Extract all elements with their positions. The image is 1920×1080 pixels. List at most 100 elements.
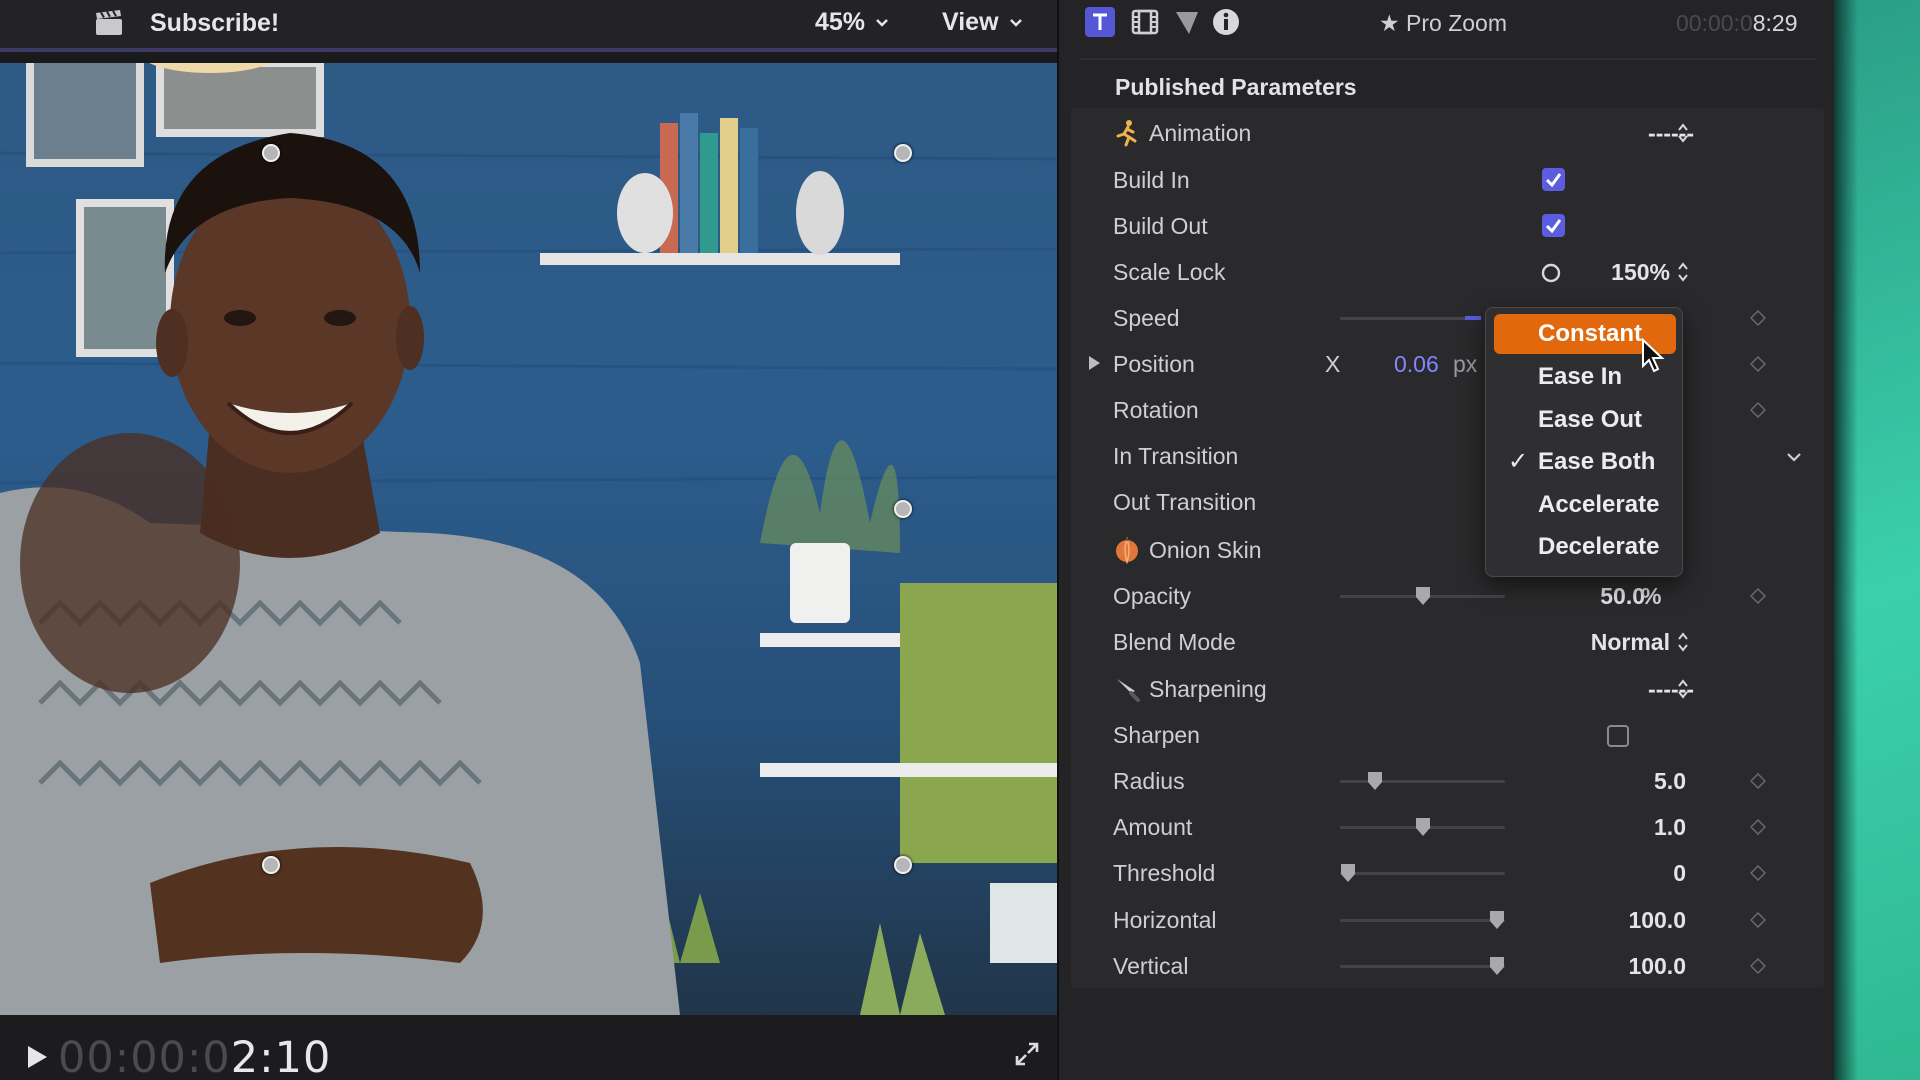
horizontal-slider-thumb[interactable] [1489,910,1505,930]
param-label: Onion Skin [1149,537,1262,563]
amount-slider-thumb[interactable] [1415,817,1431,837]
keyframe-diamond-icon[interactable] [1750,356,1766,372]
param-row-sharpen: Sharpen [1057,712,1834,758]
param-label: Amount [1113,814,1193,840]
param-label: Horizontal [1113,907,1217,933]
horizontal-value[interactable]: 100.0 [1628,907,1686,934]
stepper-arrows-icon[interactable] [1677,261,1689,283]
position-unit: px [1453,351,1478,377]
keyframe-diamond-icon[interactable] [1750,958,1766,974]
radius-slider-thumb[interactable] [1367,771,1383,791]
clapperboard-icon [96,10,122,35]
keyframe-diamond-icon[interactable] [1750,912,1766,928]
stepper-arrows-icon[interactable] [1677,122,1689,144]
param-row-build-out: Build Out [1057,203,1834,249]
param-row-vertical: Vertical 100.0 [1057,943,1834,989]
param-row-build-in: Build In [1057,157,1834,203]
param-label: Out Transition [1113,489,1257,515]
stepper-arrows-icon[interactable] [1677,631,1689,653]
blend-mode-value[interactable]: Normal [1591,629,1670,656]
transform-handle-top-right[interactable] [894,144,912,162]
zoom-popup[interactable]: 45% [815,8,889,37]
play-icon[interactable] [25,1044,49,1070]
vertical-slider-track[interactable] [1340,965,1505,968]
window-shadow [1834,0,1858,1080]
fullscreen-icon[interactable] [1013,1040,1041,1068]
param-row-speed: Speed [1057,295,1834,341]
menu-item-label: Decelerate [1538,533,1660,560]
param-label: Build Out [1113,213,1208,239]
speed-slider-track[interactable] [1340,317,1480,320]
position-axis-label: X [1325,351,1341,377]
running-figure-icon [1116,120,1137,147]
scale-lock-value[interactable]: 150% [1611,259,1670,286]
param-row-horizontal: Horizontal 100.0 [1057,897,1834,943]
build-in-checkbox[interactable] [1542,168,1565,191]
threshold-slider-track[interactable] [1340,872,1505,875]
param-row-scale-lock: Scale Lock 150% [1057,249,1834,295]
amount-value[interactable]: 1.0 [1654,814,1686,841]
param-row-sharpening: Sharpening ------ [1057,666,1834,712]
horizontal-slider-track[interactable] [1340,919,1505,922]
chevron-down-icon[interactable] [1786,451,1802,463]
knife-icon [1117,679,1140,702]
keyframe-diamond-icon[interactable] [1750,402,1766,418]
build-out-checkbox[interactable] [1542,214,1565,237]
param-label: Position [1113,351,1195,377]
menu-item-accelerate[interactable]: Accelerate [1494,485,1676,525]
threshold-value[interactable]: 0 [1673,860,1686,887]
opacity-slider-thumb[interactable] [1415,586,1431,606]
param-label: Scale Lock [1113,259,1226,285]
transform-handle-right[interactable] [894,500,912,518]
radius-value[interactable]: 5.0 [1654,768,1686,795]
clip-title: Subscribe! [150,9,280,37]
view-menu-button[interactable]: View [942,8,1023,37]
mouse-pointer-icon [1642,338,1665,373]
view-menu-label: View [942,8,999,36]
checkmark-icon: ✓ [1508,448,1529,475]
keyframe-diamond-icon[interactable] [1750,865,1766,881]
transform-handle-bottom-left[interactable] [262,856,280,874]
video-frame[interactable] [0,63,1057,1015]
param-label: Rotation [1113,397,1199,423]
keyframe-diamond-icon[interactable] [1750,588,1766,604]
param-label: Threshold [1113,860,1216,886]
menu-item-decelerate[interactable]: Decelerate [1494,527,1676,567]
param-row-threshold: Threshold 0 [1057,850,1834,896]
keyframe-diamond-icon[interactable] [1750,773,1766,789]
speed-slider-fill [1465,316,1481,320]
stepper-arrows-icon[interactable] [1677,678,1689,700]
sharpen-checkbox[interactable] [1607,725,1629,747]
dial-icon[interactable] [1541,263,1561,283]
menu-item-ease-both[interactable]: ✓ Ease Both [1494,442,1676,482]
keyframe-diamond-icon[interactable] [1750,819,1766,835]
param-row-in-transition: In Transition [1057,433,1834,479]
onion-icon [1116,537,1138,564]
position-x-value[interactable]: 0.06 [1394,351,1439,378]
vertical-value[interactable]: 100.0 [1628,953,1686,980]
keyframe-diamond-icon[interactable] [1750,310,1766,326]
param-label: Speed [1113,305,1180,331]
vertical-slider-thumb[interactable] [1489,956,1505,976]
threshold-slider-thumb[interactable] [1340,863,1356,883]
checkmark-icon [1545,219,1562,234]
param-row-animation: Animation ------ [1057,110,1834,156]
opacity-unit: % [1641,583,1662,609]
zoom-value: 45% [815,8,866,36]
menu-item-label: Ease Out [1538,406,1643,433]
param-row-amount: Amount 1.0 [1057,804,1834,850]
menu-item-ease-out[interactable]: Ease Out [1494,400,1676,440]
param-row-blend-mode: Blend Mode Normal [1057,619,1834,665]
viewer-panel: Subscribe! 45% View 00:00:02:10 [0,0,1057,1080]
parameter-list: Animation ------ Build In Build Out Scal… [1057,0,1834,1080]
radius-slider-track[interactable] [1340,780,1505,783]
param-label: Build In [1113,167,1190,193]
checkmark-icon [1545,173,1562,188]
disclosure-triangle-icon[interactable] [1087,355,1101,371]
transform-handle-bottom-right[interactable] [894,856,912,874]
transform-handle-top-left[interactable] [262,144,280,162]
opacity-value[interactable]: 50.0 [1600,583,1645,610]
param-row-position: Position X 0.06 px [1057,341,1834,387]
param-label: Sharpening [1149,676,1267,702]
param-label: Sharpen [1113,722,1200,748]
